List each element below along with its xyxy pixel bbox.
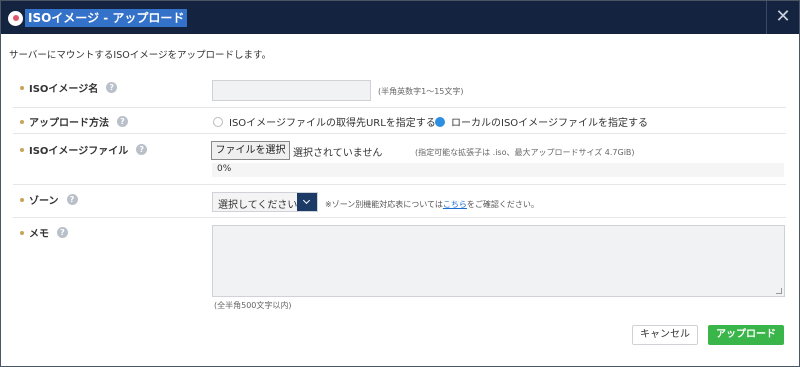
zone-table-link[interactable]: こちら — [443, 200, 467, 209]
radio-url-label: ISOイメージファイルの取得先URLを指定する — [229, 118, 436, 129]
help-icon[interactable]: ? — [136, 144, 148, 155]
file-status: 選択されていません — [293, 148, 383, 159]
divider — [13, 133, 786, 134]
name-label-row: ISOイメージ名 ? — [20, 80, 118, 95]
dialog-intro: サーバーにマウントするISOイメージをアップロードします。 — [9, 50, 272, 61]
zone-note-text: ※ゾーン別機能対応表については — [325, 200, 443, 209]
bullet-icon — [20, 147, 24, 152]
help-icon[interactable]: ? — [57, 227, 68, 238]
bullet-icon — [20, 197, 24, 202]
name-label: ISOイメージ名 — [29, 84, 99, 95]
zone-label-row: ゾーン ? — [20, 192, 78, 207]
upload-progress: 0% — [212, 163, 784, 177]
method-label: アップロード方法 — [29, 118, 109, 129]
radio-url-option[interactable]: ISOイメージファイルの取得先URLを指定する — [213, 114, 436, 129]
iso-name-input[interactable] — [212, 80, 371, 101]
progress-text: 0% — [217, 164, 232, 174]
radio-local-label: ローカルのISOイメージファイルを指定する — [451, 118, 648, 129]
upload-button[interactable]: アップロード — [708, 325, 784, 345]
chevron-down-icon[interactable] — [297, 193, 317, 211]
iso-upload-dialog: ISOイメージ - アップロード ✕ サーバーにマウントするISOイメージをアッ… — [0, 0, 800, 367]
cancel-button[interactable]: キャンセル — [632, 325, 698, 345]
file-label-row: ISOイメージファイル ? — [20, 142, 148, 157]
help-icon[interactable]: ? — [106, 82, 118, 93]
memo-label-row: メモ ? — [20, 225, 68, 240]
file-label: ISOイメージファイル — [29, 146, 129, 157]
file-hint: (指定可能な拡張子は .iso、最大アップロードサイズ 4.7GiB) — [415, 148, 635, 157]
memo-hint: (全半角500文字以内) — [214, 301, 292, 310]
memo-textarea[interactable] — [212, 225, 785, 297]
close-icon: ✕ — [775, 6, 791, 27]
close-button[interactable]: ✕ — [766, 1, 799, 34]
radio-unselected-icon[interactable] — [213, 116, 223, 127]
bullet-icon — [20, 85, 24, 90]
app-logo-icon — [8, 11, 23, 26]
resize-handle-icon[interactable] — [776, 288, 782, 294]
title-bar: ISOイメージ - アップロード ✕ — [1, 1, 799, 34]
zone-select[interactable]: 選択してください — [212, 192, 318, 212]
zone-note: ※ゾーン別機能対応表についてはこちらをご確認ください。 — [325, 199, 539, 210]
bullet-icon — [20, 119, 24, 124]
bullet-icon — [20, 230, 24, 235]
choose-file-button[interactable]: ファイルを選択 — [211, 141, 290, 160]
zone-label: ゾーン — [29, 196, 59, 207]
method-label-row: アップロード方法 ? — [20, 114, 128, 129]
memo-label: メモ — [29, 229, 49, 240]
zone-select-value: 選択してください — [218, 200, 298, 211]
divider — [13, 107, 786, 108]
dialog-title: ISOイメージ - アップロード — [25, 9, 188, 27]
help-icon[interactable]: ? — [117, 116, 128, 127]
name-hint: (半角英数字1〜15文字) — [378, 87, 464, 96]
radio-local-option[interactable]: ローカルのISOイメージファイルを指定する — [435, 114, 648, 129]
divider — [13, 184, 786, 185]
radio-selected-icon[interactable] — [435, 116, 445, 127]
divider — [13, 217, 786, 218]
help-icon[interactable]: ? — [66, 194, 78, 205]
zone-note-text-end: をご確認ください。 — [466, 200, 539, 209]
